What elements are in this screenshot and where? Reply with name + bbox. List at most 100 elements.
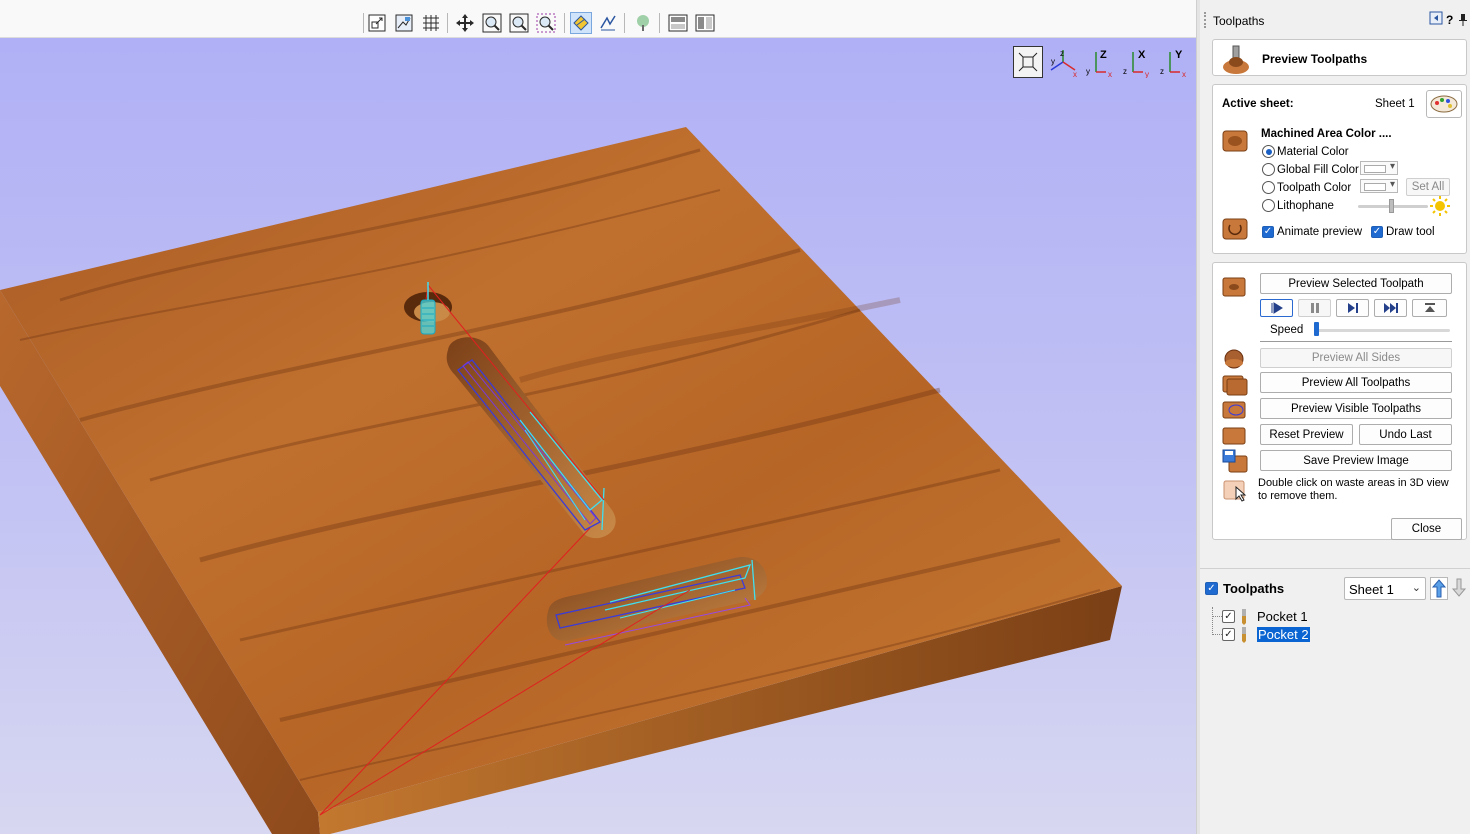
pause-button[interactable] bbox=[1298, 299, 1331, 317]
toolbar-separator bbox=[363, 13, 364, 33]
layout-one-icon[interactable] bbox=[667, 12, 689, 34]
skip-end-button[interactable] bbox=[1374, 299, 1407, 317]
animate-preview-label: Animate preview bbox=[1277, 226, 1363, 238]
global-fill-radio[interactable] bbox=[1262, 163, 1275, 176]
preview-all-sides-button[interactable]: Preview All Sides bbox=[1260, 348, 1452, 368]
svg-text:y: y bbox=[1051, 57, 1055, 66]
preview-controls: Preview Selected Toolpath Speed Preview … bbox=[1212, 262, 1467, 540]
pause-icon bbox=[1310, 303, 1319, 313]
view-toolbar bbox=[0, 0, 1196, 38]
speed-slider-track[interactable] bbox=[1315, 329, 1450, 332]
global-fill-color-picker[interactable] bbox=[1360, 161, 1398, 175]
svg-text:Y: Y bbox=[1175, 49, 1183, 61]
preview-visible-icon bbox=[1222, 401, 1246, 419]
top-view-icon[interactable]: Zy x bbox=[1084, 46, 1116, 78]
scale-view-icon[interactable] bbox=[366, 12, 388, 34]
preview-all-button[interactable]: Preview All Toolpaths bbox=[1260, 372, 1452, 393]
undo-last-button[interactable]: Undo Last bbox=[1359, 424, 1452, 445]
draw-tool-checkbox[interactable]: ✓ bbox=[1371, 226, 1383, 238]
palette-button[interactable] bbox=[1426, 90, 1462, 118]
help-icon[interactable]: ? bbox=[1446, 13, 1453, 27]
toolpath-item-selected[interactable]: ✓ Pocket 2 bbox=[1222, 627, 1342, 643]
preview-selected-button[interactable]: Preview Selected Toolpath bbox=[1260, 273, 1452, 294]
retract-icon bbox=[1424, 303, 1435, 312]
lithophane-label: Lithophane bbox=[1277, 200, 1334, 212]
speed-label: Speed bbox=[1270, 324, 1304, 336]
global-fill-label: Global Fill Color bbox=[1277, 164, 1359, 176]
retract-button[interactable] bbox=[1412, 299, 1447, 317]
step-forward-button[interactable] bbox=[1336, 299, 1369, 317]
grip-handle[interactable] bbox=[1204, 12, 1206, 28]
toolpath-item-checkbox[interactable]: ✓ bbox=[1222, 628, 1235, 641]
preview-toolpaths-header: Preview Toolpaths bbox=[1212, 39, 1467, 76]
toolpath-item-label: Pocket 2 bbox=[1257, 627, 1310, 642]
preview-all-icon bbox=[1222, 375, 1248, 396]
save-preview-image-button[interactable]: Save Preview Image bbox=[1260, 450, 1452, 471]
lithophane-slider-thumb[interactable] bbox=[1389, 199, 1394, 213]
grid-icon[interactable] bbox=[420, 12, 442, 34]
3d-viewport[interactable]: zyx Zyx Xzy Yzx bbox=[0, 38, 1196, 834]
panel-dock-icon[interactable] bbox=[1429, 11, 1443, 28]
preview-selected-icon bbox=[1222, 277, 1246, 297]
play-button[interactable] bbox=[1260, 299, 1293, 317]
toolbar-separator bbox=[564, 13, 565, 33]
right-view-icon[interactable]: Yz x bbox=[1158, 46, 1190, 78]
speed-slider-thumb[interactable] bbox=[1314, 322, 1319, 336]
toolbar-separator bbox=[659, 13, 660, 33]
pin-icon[interactable] bbox=[1458, 13, 1468, 30]
zoom-extents-icon[interactable] bbox=[508, 12, 530, 34]
iso-view-icon[interactable]: zy x bbox=[1047, 46, 1079, 78]
zoom-window-icon[interactable] bbox=[481, 12, 503, 34]
animate-preview-checkbox[interactable]: ✓ bbox=[1262, 226, 1274, 238]
toolpath-color-picker[interactable] bbox=[1360, 179, 1398, 193]
svg-text:x: x bbox=[1182, 70, 1186, 78]
material-color-label: Material Color bbox=[1277, 146, 1349, 158]
toolpath-color-radio[interactable] bbox=[1262, 181, 1275, 194]
move-up-button[interactable] bbox=[1430, 577, 1448, 600]
panel-title: Toolpaths bbox=[1213, 14, 1265, 28]
step-forward-icon bbox=[1347, 303, 1358, 313]
sheet-select-value: Sheet 1 bbox=[1349, 582, 1394, 597]
preview-visible-button[interactable]: Preview Visible Toolpaths bbox=[1260, 398, 1452, 419]
lithophane-radio[interactable] bbox=[1262, 199, 1275, 212]
waste-area-icon bbox=[1223, 480, 1247, 502]
toolpath-item-label: Pocket 1 bbox=[1257, 609, 1308, 624]
move-down-button[interactable] bbox=[1451, 577, 1469, 600]
speed-divider bbox=[1260, 341, 1452, 342]
animate-preview-icon bbox=[1222, 218, 1248, 240]
panel-header: Toolpaths ? bbox=[1200, 10, 1470, 30]
toolpaths-visible-checkbox[interactable]: ✓ bbox=[1205, 582, 1218, 595]
svg-text:z: z bbox=[1123, 67, 1127, 76]
save-image-icon bbox=[1222, 449, 1248, 473]
close-button[interactable]: Close bbox=[1391, 518, 1462, 540]
tree-connector bbox=[1212, 634, 1222, 635]
end-mill-icon bbox=[1242, 609, 1246, 625]
tree-icon[interactable] bbox=[632, 12, 654, 34]
active-sheet-label: Active sheet: bbox=[1222, 98, 1294, 110]
section-divider bbox=[1200, 568, 1470, 569]
sun-icon[interactable] bbox=[1429, 195, 1451, 217]
toolpath-item[interactable]: ✓ Pocket 1 bbox=[1222, 609, 1342, 625]
preview-title: Preview Toolpaths bbox=[1262, 52, 1368, 66]
reset-preview-button[interactable]: Reset Preview bbox=[1260, 424, 1353, 445]
toolpath-tree: ✓ Pocket 1 ✓ Pocket 2 bbox=[1200, 602, 1470, 834]
view-frame-icon[interactable] bbox=[393, 12, 415, 34]
layout-two-icon[interactable] bbox=[694, 12, 716, 34]
toolpath-link-icon[interactable] bbox=[597, 12, 619, 34]
svg-text:x: x bbox=[1108, 70, 1112, 78]
tree-connector bbox=[1212, 616, 1222, 617]
3d-scene[interactable] bbox=[0, 38, 1196, 834]
toolpath-list-header: ✓ Toolpaths Sheet 1 ⌄ bbox=[1200, 568, 1470, 601]
fit-view-icon[interactable] bbox=[1013, 46, 1043, 78]
toolpath-item-checkbox[interactable]: ✓ bbox=[1222, 610, 1235, 623]
front-view-icon[interactable]: Xz y bbox=[1121, 46, 1153, 78]
zoom-selected-icon[interactable] bbox=[535, 12, 557, 34]
svg-text:y: y bbox=[1086, 67, 1090, 76]
render-toolpath-icon[interactable] bbox=[570, 12, 592, 34]
pan-icon[interactable] bbox=[454, 12, 476, 34]
sheet-settings: Active sheet: Sheet 1 Machined Area Colo… bbox=[1212, 84, 1467, 254]
sheet-select[interactable]: Sheet 1 ⌄ bbox=[1344, 577, 1426, 600]
skip-end-icon bbox=[1383, 303, 1398, 313]
material-color-radio[interactable] bbox=[1262, 145, 1275, 158]
set-all-button[interactable]: Set All bbox=[1406, 178, 1450, 196]
